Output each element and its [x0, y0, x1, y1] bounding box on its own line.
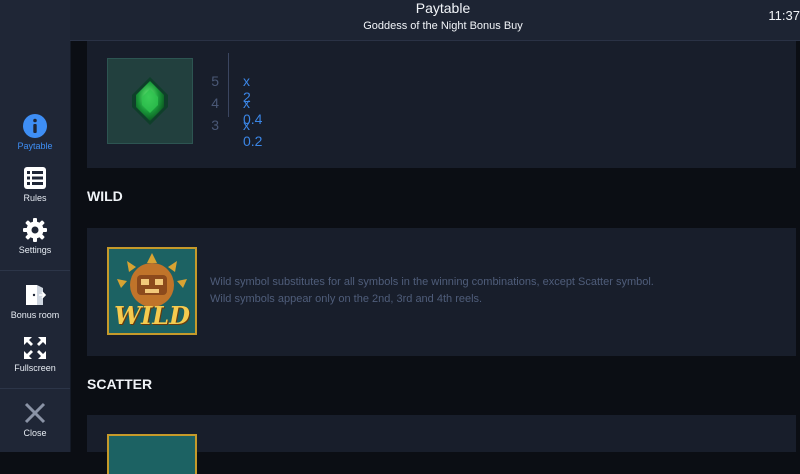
clock: 11:37 [768, 8, 800, 23]
sidebar-item-label: Fullscreen [14, 363, 56, 373]
payout-divider [228, 53, 229, 117]
gear-icon [22, 217, 48, 243]
header-bar: Paytable Goddess of the Night Bonus Buy … [70, 0, 800, 41]
sidebar-item-label: Paytable [17, 141, 53, 151]
payout-multiplier: x 0.2 [243, 117, 263, 149]
fullscreen-icon [22, 335, 48, 361]
symbol-card-gem: 5 x 2 4 x 0.4 3 x 0.2 [87, 41, 796, 168]
wild-description-line: Wild symbol substitutes for all symbols … [210, 276, 654, 288]
sidebar-item-label: Bonus room [10, 310, 60, 320]
sidebar-item-paytable[interactable]: Paytable [0, 113, 70, 151]
page-title: Paytable [415, 0, 471, 16]
sidebar-item-label: Close [23, 428, 47, 438]
symbol-count: 5 [211, 73, 219, 89]
wild-description-line: Wild symbols appear only on the 2nd, 3rd… [210, 293, 483, 305]
scatter-symbol-icon [107, 434, 197, 474]
door-icon [22, 282, 48, 308]
symbol-card-scatter [87, 415, 796, 474]
sidebar-item-label: Settings [18, 245, 52, 255]
info-icon [22, 113, 48, 139]
wild-symbol-tile: WILD [107, 247, 197, 335]
sidebar-divider [0, 388, 70, 389]
green-gem-icon [132, 77, 168, 125]
game-title: Goddess of the Night Bonus Buy [363, 20, 523, 32]
sidebar-divider [0, 270, 70, 271]
close-icon [22, 400, 48, 426]
wild-description: Wild symbol substitutes for all symbols … [210, 274, 770, 308]
symbol-count: 3 [211, 117, 219, 133]
sidebar-item-rules[interactable]: Rules [0, 165, 70, 203]
section-heading-scatter: SCATTER [87, 376, 153, 392]
sidebar-item-label: Rules [23, 193, 47, 203]
sidebar-item-settings[interactable]: Settings [0, 217, 70, 255]
symbol-card-wild: WILD Wild symbol substitutes for all sym… [87, 228, 796, 356]
section-heading-wild: WILD [87, 188, 123, 204]
wild-symbol-label: WILD [114, 301, 190, 330]
list-icon [22, 165, 48, 191]
sidebar-item-bonus-room[interactable]: Bonus room [0, 282, 70, 320]
sidebar-item-close[interactable]: Close [0, 400, 70, 438]
sidebar: Paytable Rules Settings Bonus room Fulls… [0, 0, 71, 452]
sidebar-item-fullscreen[interactable]: Fullscreen [0, 335, 70, 373]
symbol-tile [107, 58, 193, 144]
symbol-count: 4 [211, 95, 219, 111]
